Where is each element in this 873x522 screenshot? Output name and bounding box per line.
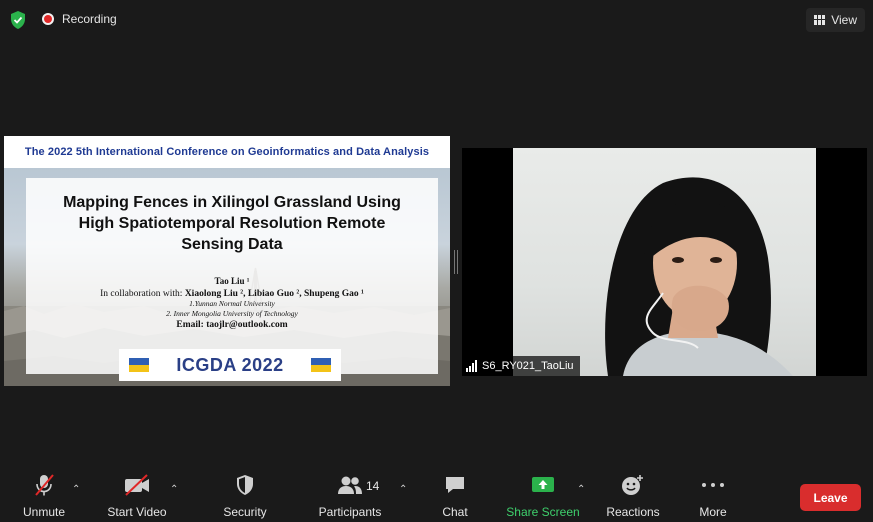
participant-person-image bbox=[605, 177, 793, 376]
start-video-label: Start Video bbox=[107, 505, 167, 519]
reactions-label: Reactions bbox=[606, 505, 660, 519]
affiliation-2: 2. Inner Mongolia University of Technolo… bbox=[166, 309, 298, 318]
recording-indicator[interactable]: Recording bbox=[42, 12, 117, 26]
view-label: View bbox=[831, 13, 857, 27]
participant-video-tile[interactable]: S6_RY021_TaoLiu bbox=[462, 148, 867, 376]
split-resize-handle[interactable] bbox=[454, 250, 458, 274]
shared-screen[interactable]: The 2022 5th International Conference on… bbox=[4, 136, 450, 386]
record-icon bbox=[42, 13, 54, 25]
meeting-toolbar: Unmute ⌃ Start Video ⌃ Security Particip… bbox=[0, 470, 873, 522]
more-label: More bbox=[699, 505, 727, 519]
shield-icon[interactable] bbox=[8, 10, 28, 30]
slide-authors: Tao Liu ¹ In collaboration with: Xiaolon… bbox=[26, 276, 438, 330]
unmute-label: Unmute bbox=[22, 505, 66, 519]
collab-prefix: In collaboration with: bbox=[100, 289, 183, 299]
collaborators: Xiaolong Liu ², Libiao Guo ², Shupeng Ga… bbox=[184, 289, 364, 299]
more-button[interactable]: More bbox=[690, 470, 736, 522]
security-shield-icon bbox=[237, 475, 253, 495]
chat-label: Chat bbox=[442, 505, 468, 519]
slide-title: Mapping Fences in Xilingol Grassland Usi… bbox=[63, 194, 401, 253]
participants-button[interactable]: Participants bbox=[315, 470, 385, 522]
participants-icon bbox=[338, 476, 362, 494]
chat-bubble-icon bbox=[446, 477, 464, 493]
unmute-button[interactable]: Unmute bbox=[12, 470, 76, 522]
flag-icon bbox=[129, 358, 149, 372]
audio-options-caret-icon[interactable]: ⌃ bbox=[72, 484, 80, 495]
share-screen-icon bbox=[532, 477, 554, 492]
author-name: Tao Liu ¹ bbox=[214, 276, 250, 286]
participant-name-tag: S6_RY021_TaoLiu bbox=[462, 356, 580, 376]
reactions-smiley-icon bbox=[622, 475, 643, 495]
chat-button[interactable]: Chat bbox=[430, 470, 480, 522]
share-screen-label: Share Screen bbox=[506, 505, 580, 519]
author-email: Email: taojlr@outlook.com bbox=[176, 320, 288, 330]
reactions-button[interactable]: Reactions bbox=[602, 470, 664, 522]
video-options-caret-icon[interactable]: ⌃ bbox=[170, 484, 178, 495]
logo-text: ICGDA 2022 bbox=[176, 354, 284, 375]
participants-count: 14 bbox=[366, 479, 380, 493]
participant-name: S6_RY021_TaoLiu bbox=[482, 360, 574, 372]
view-button[interactable]: View bbox=[806, 8, 865, 32]
collaborators-line: In collaboration with: Xiaolong Liu ², L… bbox=[26, 289, 438, 299]
microphone-muted-icon bbox=[35, 474, 54, 496]
share-options-caret-icon[interactable]: ⌃ bbox=[577, 484, 585, 495]
grid-view-icon bbox=[814, 15, 826, 25]
affiliation-1: 1.Yunnan Normal University bbox=[189, 299, 275, 308]
participants-label: Participants bbox=[318, 505, 382, 519]
signal-strength-icon bbox=[466, 360, 477, 372]
recording-label: Recording bbox=[62, 12, 117, 26]
flag-icon bbox=[311, 358, 331, 372]
conference-logo: ICGDA 2022 bbox=[119, 349, 341, 381]
participant-video bbox=[513, 148, 816, 376]
conference-header: The 2022 5th International Conference on… bbox=[24, 146, 430, 158]
start-video-button[interactable]: Start Video bbox=[102, 470, 172, 522]
security-button[interactable]: Security bbox=[215, 470, 275, 522]
video-camera-off-icon bbox=[125, 474, 149, 496]
leave-button[interactable]: Leave bbox=[800, 484, 861, 511]
participants-options-caret-icon[interactable]: ⌃ bbox=[399, 484, 407, 495]
security-label: Security bbox=[223, 505, 267, 519]
more-dots-icon bbox=[702, 483, 724, 487]
share-screen-button[interactable]: Share Screen bbox=[505, 470, 581, 522]
